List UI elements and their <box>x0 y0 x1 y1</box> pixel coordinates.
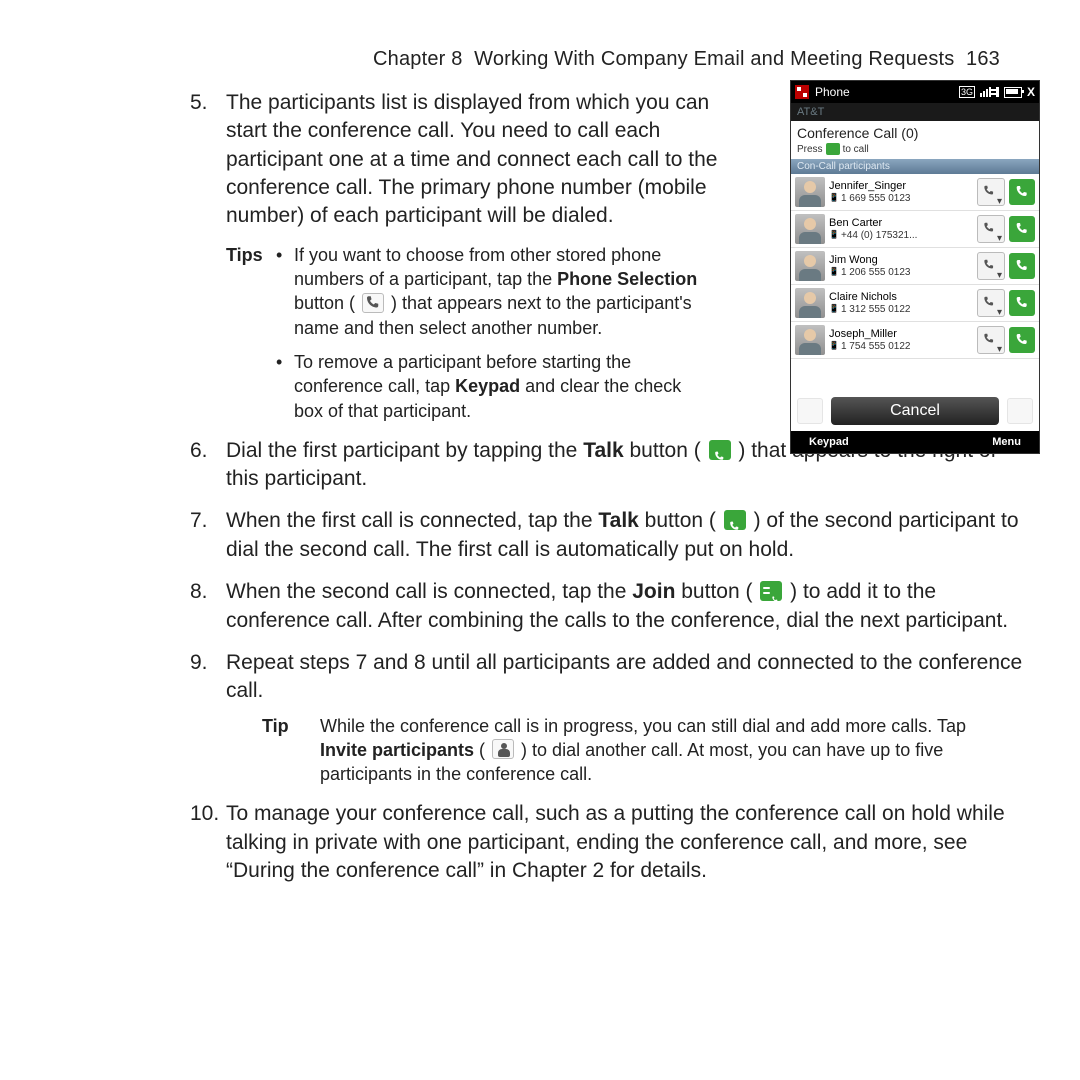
participant-number: 📱1 669 555 0123 <box>829 193 973 204</box>
participant-row[interactable]: Jennifer_Singer📱1 669 555 0123 <box>791 174 1039 211</box>
carrier-label: AT&T <box>791 103 1039 121</box>
chapter-title: Working With Company Email and Meeting R… <box>474 48 954 70</box>
step-9-number: 9. <box>190 649 208 677</box>
bullet-icon: • <box>276 243 294 267</box>
step-10-text: To manage your conference call, such as … <box>226 800 1026 885</box>
participant-info: Claire Nichols📱1 312 555 0122 <box>829 291 973 314</box>
softkey-bar: Keypad Menu <box>791 431 1039 453</box>
conference-subline: Press to call <box>791 143 1039 159</box>
participant-row[interactable]: Joseph_Miller📱1 754 555 0122 <box>791 322 1039 359</box>
participant-number: 📱1 754 555 0122 <box>829 341 973 352</box>
step-7-text: When the first call is connected, tap th… <box>226 507 1026 564</box>
talk-button[interactable] <box>1009 253 1035 279</box>
phone-screenshot: Phone 3G X AT&T Conference Call (0) Pres… <box>790 80 1040 454</box>
participant-row[interactable]: Ben Carter📱+44 (0) 175321... <box>791 211 1039 248</box>
volume-icon <box>996 87 999 97</box>
step-7-number: 7. <box>190 507 208 535</box>
page-number: 163 <box>966 48 1000 70</box>
avatar <box>795 288 825 318</box>
close-icon[interactable]: X <box>1027 85 1035 99</box>
step-7: 7. When the first call is connected, tap… <box>190 507 1000 564</box>
phone-selection-button[interactable] <box>977 215 1005 243</box>
bullet-icon: • <box>276 350 294 374</box>
step-9-tip: Tip While the conference call is in prog… <box>226 714 1000 787</box>
step-5-number: 5. <box>190 89 208 117</box>
participants-list: Jennifer_Singer📱1 669 555 0123 Ben Carter… <box>791 174 1039 359</box>
participant-name: Claire Nichols <box>829 291 973 303</box>
participant-info: Jennifer_Singer📱1 669 555 0123 <box>829 180 973 203</box>
participant-info: Joseph_Miller📱1 754 555 0122 <box>829 328 973 351</box>
softkey-keypad[interactable]: Keypad <box>809 436 849 448</box>
data-icon: 3G <box>959 86 975 98</box>
softkey-menu[interactable]: Menu <box>992 436 1021 448</box>
avatar <box>795 177 825 207</box>
avatar <box>795 214 825 244</box>
join-icon <box>760 581 782 601</box>
tip-text: While the conference call is in progress… <box>320 714 1000 787</box>
talk-button[interactable] <box>1009 327 1035 353</box>
participant-name: Jim Wong <box>829 254 973 266</box>
page-header: Chapter 8 Working With Company Email and… <box>40 48 1000 71</box>
talk-button[interactable] <box>1009 216 1035 242</box>
invite-participants-icon <box>492 739 514 759</box>
cancel-button[interactable]: Cancel <box>831 397 999 425</box>
avatar <box>795 325 825 355</box>
tip-1-text: If you want to choose from other stored … <box>294 243 706 340</box>
step-5-tips: Tips • If you want to choose from other … <box>226 243 706 423</box>
participant-number: 📱+44 (0) 175321... <box>829 230 973 241</box>
participant-info: Ben Carter📱+44 (0) 175321... <box>829 217 973 240</box>
avatar <box>795 251 825 281</box>
participant-info: Jim Wong📱1 206 555 0123 <box>829 254 973 277</box>
chapter-label: Chapter 8 <box>373 48 463 70</box>
tips-label: Tips <box>226 243 276 267</box>
battery-icon <box>1004 87 1022 98</box>
participant-row[interactable]: Jim Wong📱1 206 555 0123 <box>791 248 1039 285</box>
step-8-text: When the second call is connected, tap t… <box>226 578 1026 635</box>
talk-button[interactable] <box>1009 179 1035 205</box>
participant-name: Jennifer_Singer <box>829 180 973 192</box>
tip-label: Tip <box>262 714 320 787</box>
phone-selection-button[interactable] <box>977 289 1005 317</box>
participant-number: 📱1 312 555 0122 <box>829 304 973 315</box>
phone-selection-button[interactable] <box>977 326 1005 354</box>
step-9: 9. Repeat steps 7 and 8 until all partic… <box>190 649 1000 787</box>
dialer-icon[interactable] <box>1007 398 1033 424</box>
step-10: 10. To manage your conference call, such… <box>190 800 1000 885</box>
talk-icon <box>709 440 731 460</box>
phone-title: Phone <box>815 85 850 99</box>
phone-selection-button[interactable] <box>977 178 1005 206</box>
phone-selection-icon <box>362 293 384 313</box>
participant-number: 📱1 206 555 0123 <box>829 267 973 278</box>
phone-titlebar: Phone 3G X <box>791 81 1039 103</box>
step-10-number: 10. <box>190 800 219 828</box>
status-icons: 3G X <box>959 85 1035 99</box>
step-8-number: 8. <box>190 578 208 606</box>
participant-name: Ben Carter <box>829 217 973 229</box>
participant-row[interactable]: Claire Nichols📱1 312 555 0122 <box>791 285 1039 322</box>
step-5-text: The participants list is displayed from … <box>226 89 746 231</box>
participants-section-label: Con-Call participants <box>791 159 1039 174</box>
phone-bottom-bar: Cancel <box>791 389 1039 431</box>
step-6-number: 6. <box>190 437 208 465</box>
step-8: 8. When the second call is connected, ta… <box>190 578 1000 635</box>
participant-name: Joseph_Miller <box>829 328 973 340</box>
call-chip-icon <box>826 143 840 155</box>
conference-header: Conference Call (0) <box>791 121 1039 143</box>
tip-2-text: To remove a participant before starting … <box>294 350 706 423</box>
step-9-text: Repeat steps 7 and 8 until all participa… <box>226 649 1026 706</box>
phone-selection-button[interactable] <box>977 252 1005 280</box>
talk-button[interactable] <box>1009 290 1035 316</box>
start-icon[interactable] <box>795 85 809 99</box>
speaker-icon[interactable] <box>797 398 823 424</box>
talk-icon <box>724 510 746 530</box>
